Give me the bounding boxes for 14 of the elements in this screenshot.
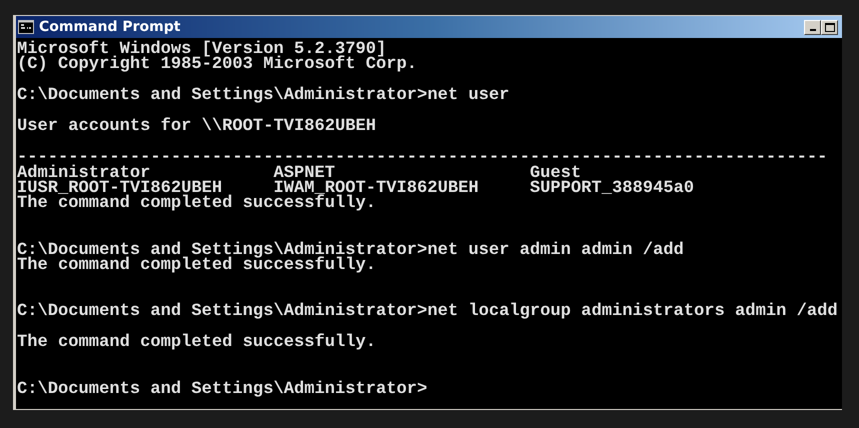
dashed-rule: ------------------------------------------------------------------------------- — [17, 150, 828, 166]
console-line: C:\Documents and Settings\Administrator>net localgroup administrators admin /add — [17, 304, 838, 320]
console-line: The command completed successfully. — [17, 335, 376, 351]
console-icon — [18, 20, 34, 34]
console-line: C:\Documents and Settings\Administrator>net user — [17, 88, 510, 104]
console-line: (C) Copyright 1985-2003 Microsoft Corp. — [17, 57, 418, 73]
account-name: SUPPORT_388945a0 — [530, 178, 694, 198]
console-line: The command completed successfully. — [17, 258, 376, 274]
window-title: Command Prompt — [39, 19, 182, 35]
minimize-button[interactable] — [804, 20, 821, 34]
console-line: User accounts for \\ROOT-TVI862UBEH — [17, 119, 376, 135]
maximize-button[interactable] — [821, 20, 838, 34]
maximize-icon — [824, 22, 834, 32]
console-line: C:\Documents and Settings\Administrator> — [17, 382, 428, 398]
